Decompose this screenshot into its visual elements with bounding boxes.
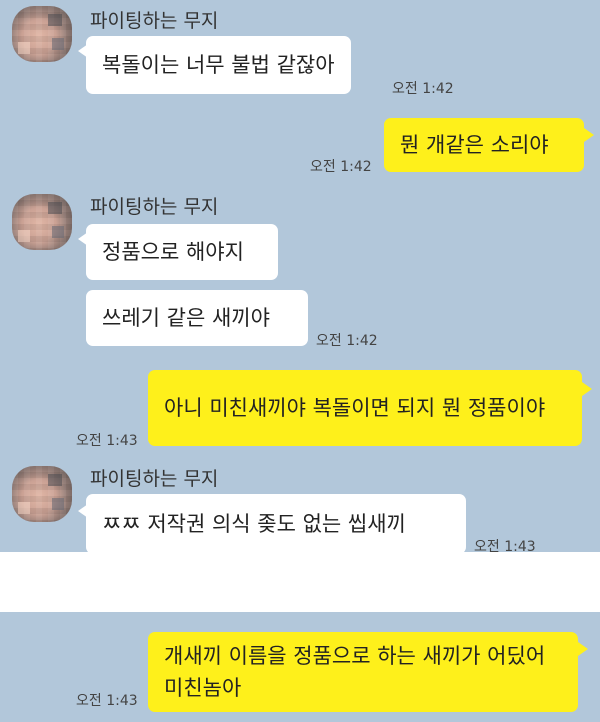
chat-panel-bottom: 개새끼 이름을 정품으로 하는 새끼가 어딨어 미친놈아 오전 1:43 bbox=[0, 612, 600, 722]
sender-name: 파이팅하는 무지 bbox=[90, 468, 219, 490]
sender-name: 파이팅하는 무지 bbox=[90, 10, 219, 32]
sender-avatar[interactable] bbox=[12, 194, 72, 250]
sender-avatar[interactable] bbox=[12, 6, 72, 62]
incoming-message[interactable]: 쓰레기 같은 새끼야 bbox=[86, 290, 308, 346]
bubble-tail bbox=[582, 382, 592, 396]
outgoing-message[interactable]: 개새끼 이름을 정품으로 하는 새끼가 어딨어 미친놈아 bbox=[148, 632, 578, 712]
message-time: 오전 1:43 bbox=[474, 539, 536, 552]
message-time: 오전 1:42 bbox=[392, 81, 454, 97]
incoming-message[interactable]: 복돌이는 너무 불법 같잖아 bbox=[86, 36, 351, 94]
chat-panel-top: 파이팅하는 무지 복돌이는 너무 불법 같잖아 오전 1:42 뭔 개같은 소리… bbox=[0, 0, 600, 552]
sender-avatar[interactable] bbox=[12, 466, 72, 522]
bubble-tail bbox=[578, 642, 588, 656]
bubble-tail bbox=[584, 128, 594, 142]
incoming-message[interactable]: ㅉㅉ 저작권 의식 좆도 없는 씹새끼 bbox=[86, 494, 466, 552]
message-time: 오전 1:43 bbox=[76, 693, 138, 709]
outgoing-message[interactable]: 뭔 개같은 소리야 bbox=[384, 118, 584, 172]
message-time: 오전 1:42 bbox=[316, 333, 378, 349]
sender-name: 파이팅하는 무지 bbox=[90, 196, 219, 218]
outgoing-message[interactable]: 아니 미친새끼야 복돌이면 되지 뭔 정품이야 bbox=[148, 370, 582, 446]
message-time: 오전 1:43 bbox=[76, 433, 138, 449]
message-time: 오전 1:42 bbox=[310, 159, 372, 175]
incoming-message[interactable]: 정품으로 해야지 bbox=[86, 224, 278, 280]
